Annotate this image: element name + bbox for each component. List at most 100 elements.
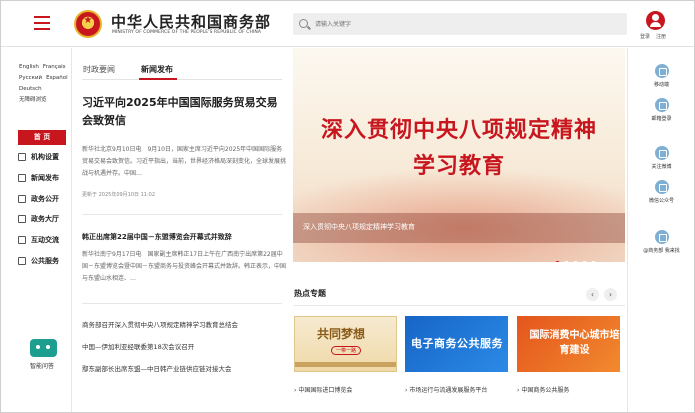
- carousel-dot[interactable]: [564, 261, 569, 262]
- tool-mobile[interactable]: 移动端: [628, 64, 695, 88]
- mobile-icon: [654, 64, 669, 78]
- lang-english[interactable]: English: [19, 62, 39, 73]
- chat-icon: [18, 236, 26, 245]
- auth-links: 登录 注册: [640, 33, 672, 40]
- topic-card-expo[interactable]: 共同梦想 一带一路: [294, 316, 397, 372]
- list-item[interactable]: 商务部召开深入贯彻中央八项规定精神学习教育总结会: [82, 319, 238, 341]
- second-news-title[interactable]: 韩正出席第22届中国－东盟博览会开幕式并致辞: [82, 232, 287, 242]
- nav-item-news[interactable]: 新闻发布: [17, 173, 59, 194]
- lead-news-summary: 新华社北京9月10日电 9月10日，国家主席习近平向2025年中国国际服务贸易交…: [82, 146, 287, 177]
- hall-icon: [18, 215, 26, 224]
- hero-banner[interactable]: 深入贯彻中央八项规定精神 学习教育 深入贯彻中央八项规定精神学习教育: [293, 48, 625, 262]
- national-emblem-logo[interactable]: [74, 10, 102, 38]
- lang-spanish[interactable]: Español: [46, 73, 68, 84]
- banner-caption[interactable]: 深入贯彻中央八项规定精神学习教育: [303, 222, 415, 232]
- carousel-dot[interactable]: [582, 261, 587, 262]
- site-name[interactable]: 中华人民共和国商务部: [111, 11, 271, 32]
- divider: [82, 214, 282, 215]
- nav-item-label: 新闻发布: [31, 173, 59, 182]
- carousel-dot[interactable]: [555, 261, 560, 262]
- tool-label: 关注微博: [651, 164, 672, 170]
- document-icon: [18, 194, 26, 203]
- main-nav: 机构设置 新闻发布 政务公开 政务大厅 互动交流 公共服务: [17, 152, 59, 277]
- card-caption-text: 市场运行与流通发展服务平台: [409, 387, 488, 394]
- search-input[interactable]: [315, 16, 605, 32]
- lang-russian[interactable]: Русский: [19, 73, 42, 84]
- robot-icon[interactable]: [30, 339, 57, 357]
- divider: [294, 305, 625, 306]
- search-icon[interactable]: [299, 19, 308, 28]
- language-switcher: English Français Русский Español Deutsch 无…: [19, 62, 73, 106]
- card-caption[interactable]: › 市场运行与流通发展服务平台: [405, 385, 487, 394]
- banner-headline-1: 深入贯彻中央八项规定精神: [320, 118, 597, 143]
- nav-item-label: 互动交流: [31, 236, 59, 245]
- site-name-english: MINISTRY OF COMMERCE OF THE PEOPLE'S REP…: [112, 30, 262, 35]
- accessibility-link[interactable]: 无障碍浏览: [19, 95, 47, 106]
- login-link[interactable]: 登录: [640, 34, 650, 40]
- carousel-dots: [555, 251, 600, 262]
- tool-label: 移动端: [653, 82, 669, 88]
- card-caption[interactable]: › 中国商务公共服务: [517, 385, 569, 394]
- news-icon: [18, 173, 26, 182]
- wechat-icon: [654, 180, 669, 194]
- tab-press-release[interactable]: 新闻发布: [141, 64, 173, 75]
- at-icon: [654, 230, 669, 244]
- right-toolbar: 移动端 邮箱登录 关注微博 微信公众号 @商务部 我来找: [627, 48, 694, 412]
- user-avatar-icon[interactable]: [646, 11, 665, 30]
- nav-item-label: 机构设置: [31, 153, 59, 161]
- service-icon: [18, 256, 26, 265]
- nav-item-label: 政务公开: [31, 194, 59, 203]
- nav-item-label: 公共服务: [31, 256, 59, 265]
- carousel-dot[interactable]: [591, 261, 596, 262]
- nav-home-button[interactable]: 首 页: [18, 130, 66, 145]
- card-caption-text: 中国商务公共服务: [521, 387, 570, 394]
- site-header: 中华人民共和国商务部 MINISTRY OF COMMERCE OF THE P…: [1, 1, 694, 47]
- left-sidebar: English Français Русский Español Deutsch 无…: [1, 48, 72, 412]
- active-tab-indicator: [139, 78, 177, 80]
- list-item[interactable]: 鄢东副部长出席东盟—中日韩产业链供应链对接大会: [82, 363, 238, 385]
- train-illustration: [295, 362, 396, 367]
- prev-arrow-icon[interactable]: ‹: [586, 288, 599, 301]
- list-item[interactable]: 中国—伊加利亚经联委第18次会议召开: [82, 341, 238, 363]
- next-arrow-icon[interactable]: ›: [604, 288, 617, 301]
- carousel-dot[interactable]: [573, 261, 578, 262]
- lang-german[interactable]: Deutsch: [19, 84, 42, 95]
- weibo-icon: [654, 146, 669, 160]
- nav-item-service-hall[interactable]: 政务大厅: [17, 214, 59, 235]
- topic-card-consumption-center[interactable]: 国际消费中心城市培育建设: [517, 316, 620, 372]
- nav-item-disclosure[interactable]: 政务公开: [17, 194, 59, 215]
- second-news-summary: 新华社南宁9月17日电 国家副主席韩正17日上午在广西南宁出席第22届中国－东盟…: [82, 251, 287, 282]
- hot-topics-title: 热点专题: [294, 289, 326, 298]
- banner-caption-bar: 深入贯彻中央八项规定精神学习教育: [293, 213, 625, 243]
- lead-news-title[interactable]: 习近平向2025年中国国际服务贸易交易会致贺信: [82, 94, 287, 130]
- nav-item-interaction[interactable]: 互动交流: [17, 235, 59, 256]
- search-bar[interactable]: [293, 13, 627, 35]
- news-link-list: 商务部召开深入贯彻中央八项规定精神学习教育总结会 中国—伊加利亚经联委第18次会…: [82, 319, 238, 385]
- tool-label: 邮箱登录: [651, 116, 672, 122]
- news-tabs: 时政要闻 新闻发布: [82, 62, 282, 80]
- tool-label: @商务部 我来找: [643, 248, 680, 254]
- menu-icon[interactable]: [34, 16, 50, 30]
- ai-qa-label[interactable]: 智能问答: [30, 361, 54, 370]
- banner-headline-2: 学习教育: [412, 154, 505, 179]
- news-panel: 时政要闻 新闻发布 习近平向2025年中国国际服务贸易交易会致贺信 新华社北京9…: [82, 48, 290, 412]
- tool-label: 微信公众号: [648, 198, 674, 204]
- tool-wechat[interactable]: 微信公众号: [628, 180, 695, 204]
- tool-find-us[interactable]: @商务部 我来找: [628, 230, 695, 254]
- mail-icon: [654, 98, 669, 112]
- card-title: 共同梦想: [317, 327, 366, 341]
- tool-mail[interactable]: 邮箱登录: [628, 98, 695, 122]
- card-title: 电子商务公共服务: [411, 337, 503, 350]
- topic-card-ecommerce[interactable]: 电子商务公共服务: [405, 316, 508, 372]
- nav-item-public-service[interactable]: 公共服务: [17, 256, 59, 277]
- card-subtitle: 一带一路: [331, 346, 362, 355]
- lead-news-date: 更新于 2025年09月10日 11:02: [82, 192, 156, 198]
- nav-item-organization[interactable]: 机构设置: [17, 152, 59, 173]
- organization-icon: [18, 153, 26, 161]
- tab-current-affairs[interactable]: 时政要闻: [83, 64, 115, 75]
- tool-weibo[interactable]: 关注微博: [628, 146, 695, 170]
- lang-french[interactable]: Français: [43, 62, 66, 73]
- card-caption[interactable]: › 中国国际进口博览会: [294, 385, 352, 394]
- register-link[interactable]: 注册: [656, 34, 666, 40]
- nav-item-label: 政务大厅: [31, 215, 59, 224]
